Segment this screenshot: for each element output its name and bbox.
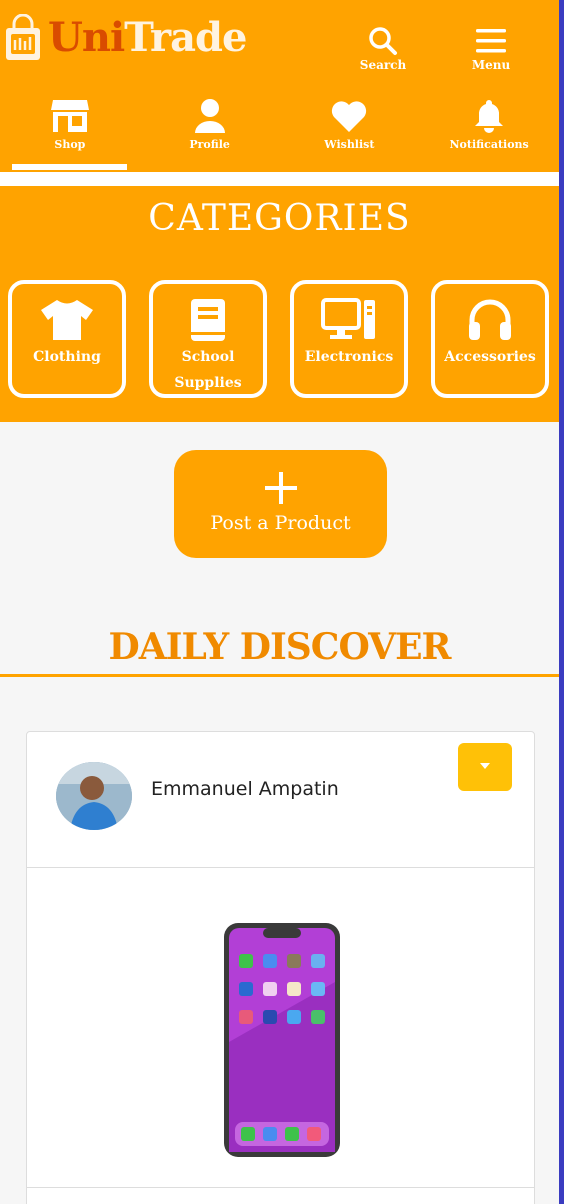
- tshirt-icon: [41, 300, 93, 340]
- category-clothing[interactable]: Clothing: [8, 280, 126, 398]
- menu-button[interactable]: Menu: [456, 26, 526, 72]
- categories-section: CATEGORIES Clothing School Supplies Elec…: [0, 186, 559, 422]
- post-product-button[interactable]: Post a Product: [174, 450, 387, 558]
- nav-label-shop: Shop: [54, 138, 86, 151]
- daily-discover-divider: [0, 674, 559, 677]
- nav-active-indicator: [12, 164, 127, 170]
- nav-label-wishlist: Wishlist: [324, 138, 375, 151]
- category-school-supplies[interactable]: School Supplies: [149, 280, 267, 398]
- product-card[interactable]: Emmanuel Ampatin: [26, 731, 535, 1204]
- category-label-accessories: Accessories: [444, 349, 536, 365]
- nav-label-profile: Profile: [189, 138, 230, 151]
- brand-logo[interactable]: UniTrade: [4, 14, 247, 62]
- seller-avatar[interactable]: [56, 762, 132, 830]
- product-image: [224, 923, 340, 1157]
- header: UniTrade Search Menu Shop Profile Wishli…: [0, 0, 559, 186]
- categories-title: CATEGORIES: [148, 198, 411, 239]
- nav-item-profile[interactable]: Profile: [140, 94, 280, 174]
- user-icon: [194, 99, 225, 133]
- product-card-header: Emmanuel Ampatin: [27, 732, 534, 868]
- post-product-label: Post a Product: [210, 512, 351, 534]
- brand-name-part2: Trade: [124, 14, 247, 61]
- header-divider: [0, 172, 559, 186]
- bell-icon: [475, 100, 504, 133]
- shop-icon: [50, 100, 89, 132]
- plus-icon: [264, 472, 297, 504]
- search-icon: [369, 27, 397, 55]
- nav-item-shop[interactable]: Shop: [0, 94, 140, 174]
- category-accessories[interactable]: Accessories: [431, 280, 549, 398]
- product-image-area[interactable]: [27, 869, 534, 1189]
- desktop-icon: [321, 298, 375, 339]
- daily-discover-title: DAILY DISCOVER: [108, 626, 452, 668]
- nav-label-notifications: Notifications: [449, 138, 529, 151]
- heart-icon: [332, 101, 367, 132]
- book-icon: [191, 299, 225, 341]
- app-screen: UniTrade Search Menu Shop Profile Wishli…: [0, 0, 559, 1204]
- product-card-footer-divider: [27, 1187, 534, 1188]
- seller-name: Emmanuel Ampatin: [151, 778, 339, 800]
- menu-label: Menu: [471, 58, 511, 72]
- category-label-school-supplies: School Supplies: [174, 349, 242, 391]
- headphones-icon: [469, 299, 511, 340]
- nav-item-wishlist[interactable]: Wishlist: [280, 94, 420, 174]
- shopping-bag-icon: [6, 14, 40, 60]
- category-electronics[interactable]: Electronics: [290, 280, 408, 398]
- search-button[interactable]: Search: [348, 26, 418, 72]
- seller-avatar-photo: [56, 762, 132, 830]
- hamburger-icon: [476, 29, 506, 53]
- nav-item-notifications[interactable]: Notifications: [419, 94, 559, 174]
- caret-down-icon: [480, 763, 490, 769]
- main-nav: Shop Profile Wishlist Notifications: [0, 94, 559, 174]
- brand-name: UniTrade: [48, 18, 247, 58]
- search-label: Search: [359, 58, 407, 72]
- brand-name-part1: Uni: [48, 14, 125, 61]
- card-options-button[interactable]: [458, 743, 512, 791]
- category-label-electronics: Electronics: [304, 349, 394, 365]
- category-label-clothing: Clothing: [33, 349, 101, 365]
